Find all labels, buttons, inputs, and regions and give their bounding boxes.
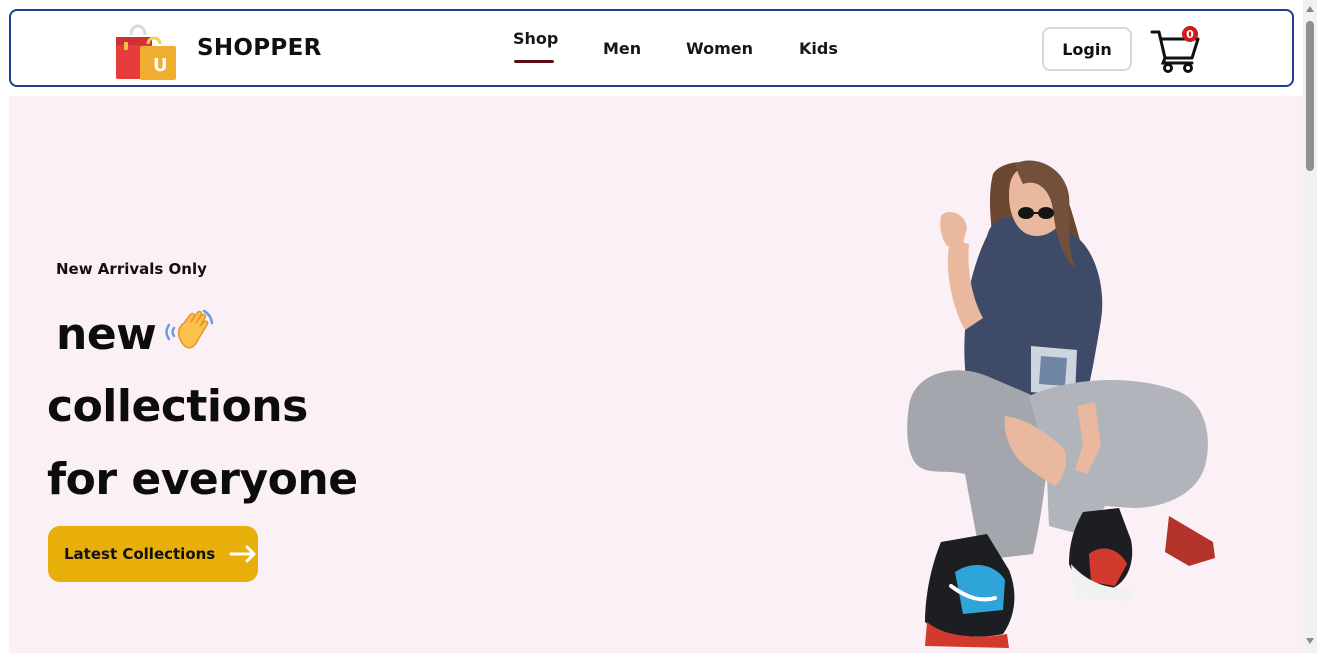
brand-name[interactable]: SHOPPER [197,35,322,61]
nav-kids[interactable]: Kids [799,39,838,58]
hero-word-new: new [56,308,157,360]
cart-count-badge: 0 [1182,26,1198,42]
login-button[interactable]: Login [1042,27,1132,71]
hero-heading-line-3: for everyone [47,454,358,505]
logo-letter: U [153,55,168,76]
waving-hand-icon [165,309,214,349]
scroll-up-arrow-icon[interactable] [1306,6,1314,12]
hero-section: New Arrivals Only new collections for ev… [9,96,1303,653]
nav-shop[interactable]: Shop [513,29,558,48]
active-nav-underline [514,60,554,63]
shopping-bags-logo-icon[interactable]: U [114,20,176,80]
nav-men[interactable]: Men [603,39,641,58]
hero-model-image [907,160,1215,648]
latest-collections-button[interactable]: Latest Collections [48,526,258,582]
cta-label: Latest Collections [64,545,216,563]
page-scrollbar[interactable] [1303,0,1317,653]
scroll-down-arrow-icon[interactable] [1306,638,1314,644]
navbar: U SHOPPER Shop Men Women Kids Login 0 [9,9,1294,87]
arrow-right-icon [229,545,256,563]
hero-heading-line-2: collections [47,381,308,432]
hero-heading-line-1: new [56,304,218,364]
nav-women[interactable]: Women [686,39,753,58]
hero-subtitle: New Arrivals Only [56,260,207,278]
scroll-thumb[interactable] [1306,21,1314,171]
